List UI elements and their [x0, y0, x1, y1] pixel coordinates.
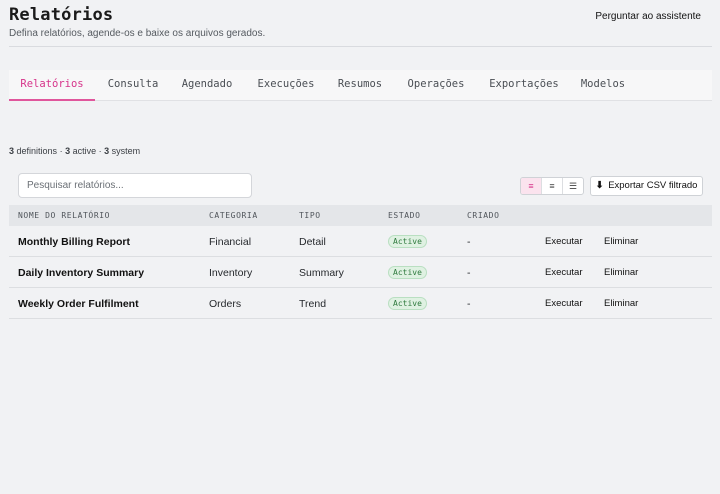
run-button[interactable]: Executar	[545, 298, 583, 309]
compact-list-icon[interactable]: ≡	[542, 178, 563, 194]
definitions-count: 3	[9, 146, 15, 156]
column-header-name[interactable]: NOME DO RELATÓRIO	[18, 211, 110, 220]
list-icon[interactable]: ≡	[521, 178, 542, 194]
definitions-label: definitions	[16, 146, 58, 156]
column-header-created[interactable]: CRIADO	[467, 211, 500, 220]
report-category: Financial	[209, 236, 252, 248]
report-type: Detail	[299, 236, 326, 248]
report-name[interactable]: Monthly Billing Report	[18, 236, 130, 248]
report-name[interactable]: Weekly Order Fulfilment	[18, 298, 139, 310]
active-label: active	[72, 146, 97, 156]
table-header: NOME DO RELATÓRIO CATEGORIA TIPO ESTADO …	[9, 205, 712, 226]
run-button[interactable]: Executar	[545, 267, 583, 278]
delete-button[interactable]: Eliminar	[604, 298, 638, 309]
tab-execucoes[interactable]: Execuções	[248, 70, 324, 101]
tab-consulta[interactable]: Consulta	[98, 70, 168, 101]
column-header-category[interactable]: CATEGORIA	[209, 211, 258, 220]
table-row[interactable]: Monthly Billing Report Financial Detail …	[9, 226, 712, 257]
reports-table: NOME DO RELATÓRIO CATEGORIA TIPO ESTADO …	[9, 205, 712, 319]
system-count: 3	[104, 146, 110, 156]
summary-counts: 3 definitions · 3 active · 3 system	[9, 146, 141, 156]
report-created: -	[467, 236, 471, 248]
report-created: -	[467, 267, 471, 279]
column-header-status[interactable]: ESTADO	[388, 211, 421, 220]
report-type: Summary	[299, 267, 344, 279]
delete-button[interactable]: Eliminar	[604, 236, 638, 247]
system-label: system	[111, 146, 141, 156]
active-count: 3	[65, 146, 71, 156]
tab-operacoes[interactable]: Operações	[398, 70, 474, 101]
download-icon: ⬇	[595, 180, 604, 191]
view-toggle: ≡ ≡ ☰	[520, 177, 584, 195]
header-divider	[9, 46, 712, 47]
export-csv-label: Exportar CSV filtrado	[608, 180, 698, 191]
export-csv-button[interactable]: ⬇ Exportar CSV filtrado	[590, 176, 703, 196]
tab-modelos[interactable]: Modelos	[573, 70, 633, 101]
status-badge: Active	[388, 266, 427, 279]
report-created: -	[467, 298, 471, 310]
ask-assistant-button[interactable]: Perguntar ao assistente	[595, 11, 701, 22]
report-name[interactable]: Daily Inventory Summary	[18, 267, 144, 279]
detail-list-icon[interactable]: ☰	[563, 178, 583, 194]
report-category: Orders	[209, 298, 242, 310]
tab-agendado[interactable]: Agendado	[173, 70, 241, 101]
page-title: Relatórios	[9, 5, 114, 25]
table-row[interactable]: Daily Inventory Summary Inventory Summar…	[9, 257, 712, 288]
table-row[interactable]: Weekly Order Fulfilment Orders Trend Act…	[9, 288, 712, 319]
page-subtitle: Defina relatórios, agende-os e baixe os …	[9, 28, 266, 39]
search-input[interactable]	[18, 173, 252, 198]
tab-bar: Relatórios Consulta Agendado Execuções R…	[9, 70, 712, 101]
delete-button[interactable]: Eliminar	[604, 267, 638, 278]
status-badge: Active	[388, 235, 427, 248]
report-category: Inventory	[209, 267, 253, 279]
report-type: Trend	[299, 298, 327, 310]
status-badge: Active	[388, 297, 427, 310]
tab-exportacoes[interactable]: Exportações	[481, 70, 567, 101]
tab-resumos[interactable]: Resumos	[330, 70, 390, 101]
tab-relatorios[interactable]: Relatórios	[9, 70, 95, 101]
column-header-type[interactable]: TIPO	[299, 211, 321, 220]
run-button[interactable]: Executar	[545, 236, 583, 247]
